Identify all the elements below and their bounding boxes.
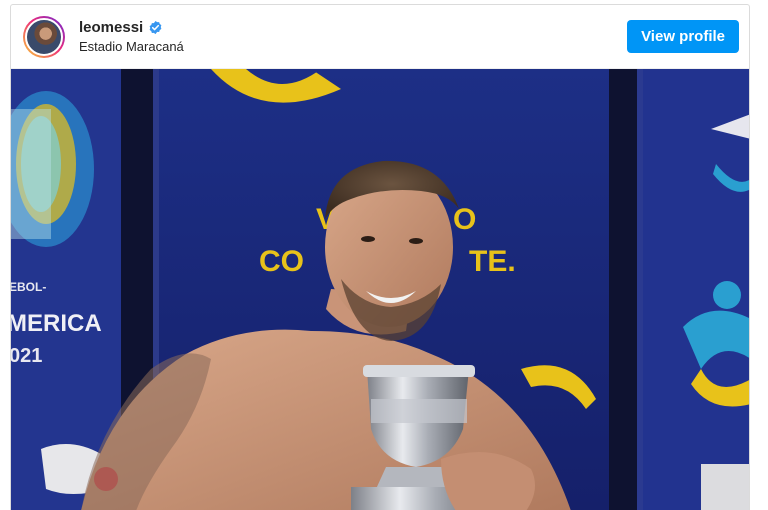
user-info: leomessi Estadio Maracaná — [79, 19, 184, 54]
profile-avatar — [25, 17, 63, 56]
post-photo[interactable]: EBOL- MERICA 021 V O CO TE. — [11, 69, 749, 510]
username-row: leomessi — [79, 19, 184, 36]
banner-text-1b: O — [453, 203, 476, 236]
post-header: leomessi Estadio Maracaná View profile — [11, 5, 749, 69]
avatar[interactable] — [23, 15, 65, 58]
side-text-1: EBOL- — [11, 280, 46, 294]
side-text-3: 021 — [11, 345, 42, 367]
instagram-embed: leomessi Estadio Maracaná View profile E… — [10, 4, 750, 510]
photo-scene: EBOL- MERICA 021 V O CO TE. — [11, 69, 749, 510]
banner-text-2: CO — [259, 245, 304, 278]
banner-text-2b: TE. — [469, 245, 516, 278]
side-text-2: MERICA — [11, 310, 102, 337]
view-profile-button[interactable]: View profile — [627, 20, 739, 53]
mascot-graphic — [713, 281, 741, 309]
verified-badge-icon — [149, 20, 162, 35]
locker-divider-right — [609, 69, 637, 510]
username[interactable]: leomessi — [79, 19, 143, 36]
location-link[interactable]: Estadio Maracaná — [79, 39, 184, 54]
